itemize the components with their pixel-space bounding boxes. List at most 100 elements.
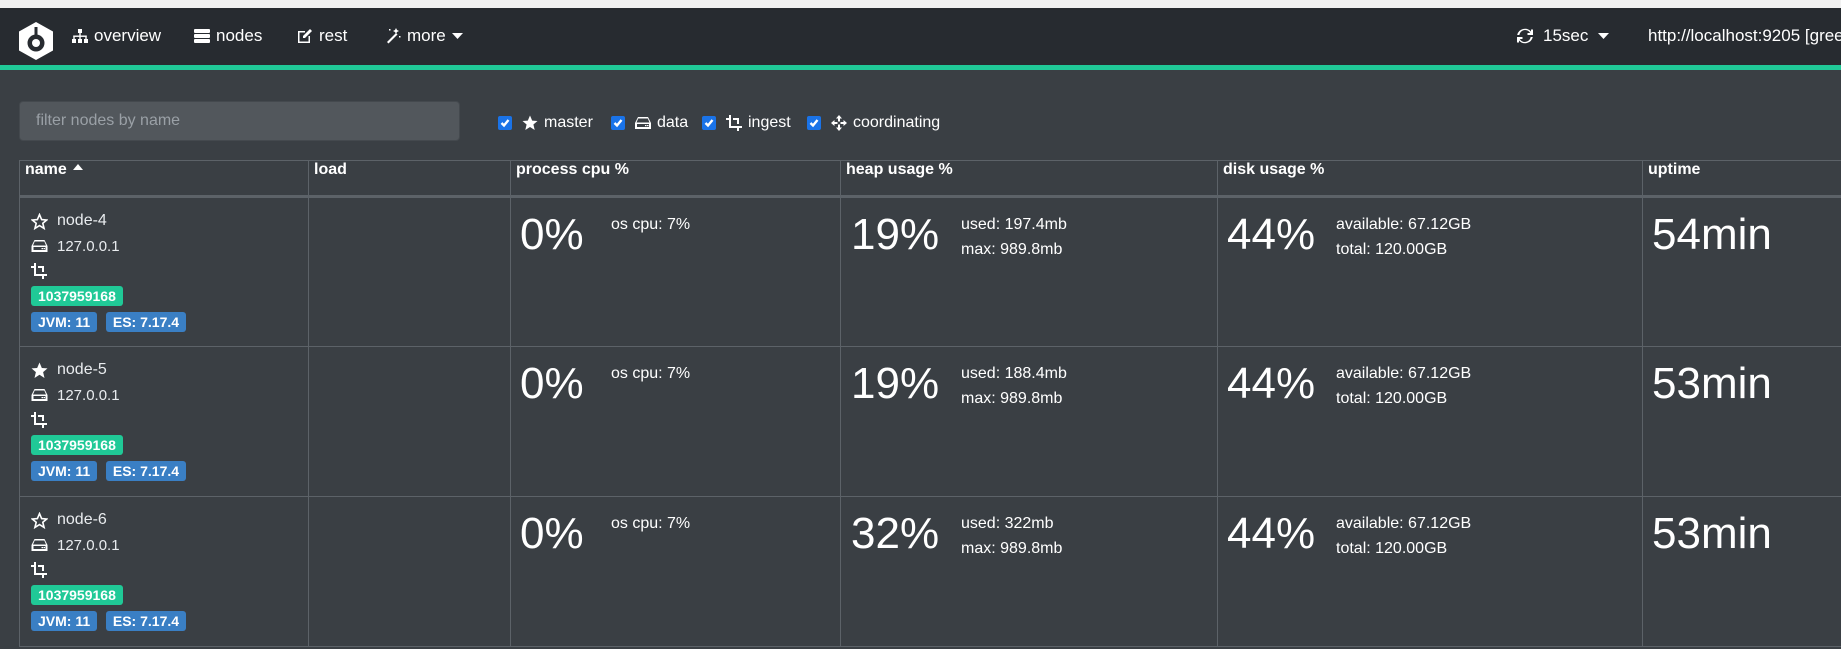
star-filled-icon (31, 362, 48, 378)
uptime-cell: 53min (1642, 346, 1841, 497)
checkbox-checked[interactable] (498, 116, 512, 130)
checkbox-checked[interactable] (807, 116, 821, 130)
master-filter-label: master (544, 114, 593, 131)
column-header-load[interactable]: load (308, 160, 511, 198)
checkbox-checked[interactable] (611, 116, 625, 130)
cpu-cell: 0% os cpu: 7% (510, 496, 841, 647)
hdd-icon (31, 539, 48, 551)
magic-wand-icon (387, 28, 401, 44)
sort-asc-icon (73, 164, 84, 170)
uptime-value: 53min (1652, 359, 1772, 408)
crop-icon (31, 562, 47, 578)
arrows-icon (831, 115, 847, 131)
column-header-label: process cpu % (516, 161, 629, 178)
disk-total: total: 120.00GB (1336, 390, 1448, 407)
column-header-uptime[interactable]: uptime (1642, 160, 1841, 198)
node-ip-line: 127.0.0.1 (31, 535, 308, 555)
es-version-badge: ES: 7.17.4 (105, 611, 187, 631)
es-version-badge: ES: 7.17.4 (105, 461, 187, 481)
disk-details: available: 67.12GB total: 120.00GB (1336, 511, 1471, 561)
star-outline-icon (31, 212, 48, 230)
disk-total: total: 120.00GB (1336, 241, 1448, 258)
load-cell (308, 496, 511, 647)
refresh-interval-dropdown[interactable]: 15sec (1517, 24, 1610, 48)
filter-nodes-input[interactable] (19, 101, 460, 141)
star-icon (522, 115, 538, 130)
node-ip: 127.0.0.1 (57, 386, 120, 404)
heap-used: used: 197.4mb (961, 216, 1067, 233)
nav-overview[interactable]: overview (72, 24, 161, 48)
column-header-name[interactable]: name (19, 160, 309, 198)
uptime-cell: 54min (1642, 196, 1841, 347)
nav-rest[interactable]: rest (297, 24, 347, 48)
edit-icon (298, 29, 312, 43)
process-cpu-value: 0% (520, 509, 584, 558)
node-name-line: node-4 (31, 211, 308, 231)
node-name[interactable]: node-4 (57, 212, 107, 230)
column-header-cpu[interactable]: process cpu % (510, 160, 841, 198)
disk-available: available: 67.12GB (1336, 515, 1472, 532)
cpu-cell: 0% os cpu: 7% (510, 346, 841, 497)
disk-details: available: 67.12GB total: 120.00GB (1336, 212, 1471, 262)
node-name[interactable]: node-5 (57, 361, 107, 379)
node-ingest-line (31, 410, 308, 430)
table-row: node-6 127.0.0.1 1037959168 JVM: 11 ES: … (19, 496, 1841, 647)
load-cell (308, 346, 511, 497)
crop-icon (31, 412, 47, 428)
disk-cell: 44% available: 67.12GB total: 120.00GB (1217, 496, 1643, 647)
cpu-cell: 0% os cpu: 7% (510, 196, 841, 347)
node-id-badge: 1037959168 (31, 585, 123, 605)
heap-details: used: 188.4mb max: 989.8mb (961, 361, 1067, 411)
coordinating-filter-checkbox[interactable]: coordinating (807, 114, 940, 132)
nodes-table: name load process cpu % heap usage % dis… (19, 160, 1841, 647)
os-cpu-value: os cpu: 7% (611, 216, 691, 233)
os-cpu-value: os cpu: 7% (611, 365, 691, 382)
refresh-interval-label: 15sec (1543, 26, 1589, 45)
node-ip: 127.0.0.1 (57, 237, 120, 255)
hdd-icon (635, 117, 651, 129)
process-cpu-value: 0% (520, 210, 584, 259)
heap-usage-value: 32% (851, 509, 940, 558)
master-filter-checkbox[interactable]: master (498, 114, 593, 132)
cluster-url[interactable]: http://localhost:9205 [green] (1648, 24, 1841, 48)
node-ingest-line (31, 560, 308, 580)
node-id-badge: 1037959168 (31, 286, 123, 306)
cerebro-logo-icon[interactable] (17, 21, 55, 61)
column-header-heap[interactable]: heap usage % (840, 160, 1218, 198)
ingest-filter-checkbox[interactable]: ingest (702, 114, 791, 132)
nodes-view: master data ingest coordinating name loa… (0, 70, 1841, 649)
column-header-label: disk usage % (1223, 161, 1325, 178)
ingest-filter-label: ingest (748, 114, 791, 131)
heap-cell: 19% used: 188.4mb max: 989.8mb (840, 346, 1218, 497)
nav-more-label: more (407, 26, 446, 45)
heap-max: max: 989.8mb (961, 540, 1063, 557)
disk-available: available: 67.12GB (1336, 365, 1472, 382)
node-name[interactable]: node-6 (57, 511, 107, 529)
disk-total: total: 120.00GB (1336, 540, 1448, 557)
heap-used: used: 322mb (961, 515, 1054, 532)
nav-overview-label: overview (94, 26, 162, 45)
uptime-value: 54min (1652, 210, 1772, 259)
node-ingest-line (31, 261, 308, 281)
caret-down-icon (451, 32, 463, 39)
os-cpu-value: os cpu: 7% (611, 515, 691, 532)
checkbox-checked[interactable] (702, 116, 716, 130)
table-row: node-4 127.0.0.1 1037959168 JVM: 11 ES: … (19, 196, 1841, 347)
node-ip-line: 127.0.0.1 (31, 385, 308, 405)
nav-rest-label: rest (319, 26, 348, 45)
sitemap-icon (72, 29, 88, 43)
nav-more[interactable]: more (385, 24, 463, 48)
jvm-version-badge: JVM: 11 (31, 611, 98, 631)
disk-usage-value: 44% (1227, 210, 1316, 259)
data-filter-checkbox[interactable]: data (611, 114, 688, 132)
heap-details: used: 197.4mb max: 989.8mb (961, 212, 1067, 262)
crop-icon (31, 263, 47, 279)
heap-usage-value: 19% (851, 210, 940, 259)
nav-nodes[interactable]: nodes (194, 24, 262, 48)
heap-details: used: 322mb max: 989.8mb (961, 511, 1062, 561)
refresh-icon (1517, 28, 1533, 44)
column-header-label: heap usage % (846, 161, 953, 178)
jvm-version-badge: JVM: 11 (31, 461, 98, 481)
node-name-cell: node-4 127.0.0.1 1037959168 JVM: 11 ES: … (19, 196, 309, 347)
column-header-disk[interactable]: disk usage % (1217, 160, 1643, 198)
